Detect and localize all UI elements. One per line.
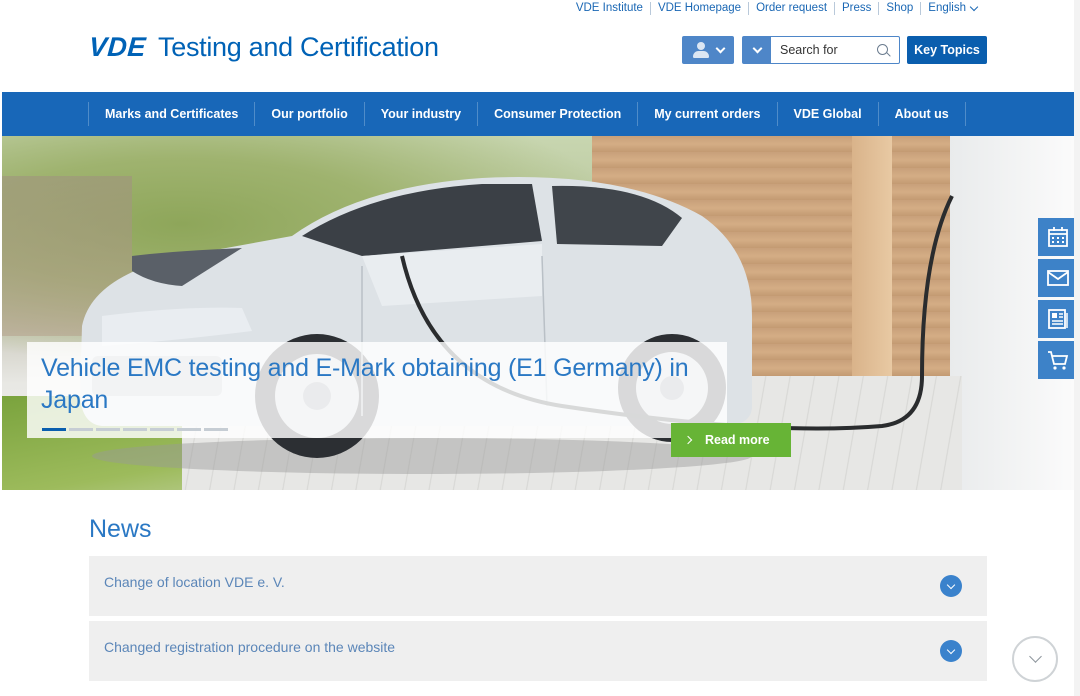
top-links: VDE Institute VDE Homepage Order request…: [569, 2, 984, 15]
nav-item-my-current-orders[interactable]: My current orders: [637, 102, 776, 126]
chevron-down-icon: [715, 43, 725, 53]
top-link-shop[interactable]: Shop: [879, 2, 922, 15]
side-tool-newsletter[interactable]: [1038, 300, 1078, 338]
site-logo[interactable]: VDE Testing and Certification: [87, 32, 439, 63]
news-heading: News: [89, 515, 152, 543]
side-tool-shop[interactable]: [1038, 341, 1078, 379]
key-topics-button[interactable]: Key Topics: [907, 36, 987, 64]
news-item-title: Changed registration procedure on the we…: [104, 639, 396, 655]
search-scope-dropdown[interactable]: [743, 37, 771, 63]
news-item[interactable]: Change of location VDE e. V.: [89, 556, 987, 616]
nav-item-consumer-protection[interactable]: Consumer Protection: [477, 102, 637, 126]
expand-button[interactable]: [940, 575, 962, 597]
nav-item-your-industry[interactable]: Your industry: [363, 102, 477, 126]
nav-item-vde-global[interactable]: VDE Global: [776, 102, 878, 126]
calendar-icon: [1048, 227, 1068, 247]
news-item[interactable]: Changed registration procedure on the we…: [89, 621, 987, 681]
nav-item-marks-and-certificates[interactable]: Marks and Certificates: [88, 102, 254, 126]
cart-icon: [1048, 351, 1069, 370]
vertical-scrollbar[interactable]: [1074, 0, 1080, 696]
slider-dot[interactable]: [69, 428, 93, 431]
language-label: English: [928, 2, 966, 14]
expand-button[interactable]: [940, 640, 962, 662]
chevron-right-icon: [683, 435, 693, 445]
top-link-order-request[interactable]: Order request: [749, 2, 836, 15]
top-link-vde-homepage[interactable]: VDE Homepage: [651, 2, 750, 15]
nav-item-our-portfolio[interactable]: Our portfolio: [254, 102, 363, 126]
side-tool-contact[interactable]: [1038, 259, 1078, 297]
slider-dot[interactable]: [150, 428, 174, 431]
read-more-button[interactable]: Read more: [671, 423, 791, 457]
slider-dot[interactable]: [177, 428, 201, 431]
search-icon[interactable]: [877, 44, 890, 57]
mail-icon: [1047, 270, 1069, 286]
logo-mark: VDE: [87, 32, 148, 62]
user-icon: [692, 42, 709, 58]
user-menu-button[interactable]: [682, 36, 734, 64]
top-link-vde-institute[interactable]: VDE Institute: [569, 2, 651, 15]
hero-caption: Vehicle EMC testing and E-Mark obtaining…: [27, 342, 727, 438]
nav-item-about-us[interactable]: About us: [877, 102, 966, 126]
slider-dot[interactable]: [123, 428, 147, 431]
chevron-down-icon: [946, 645, 956, 654]
search-input[interactable]: [771, 37, 875, 63]
side-tools: [1038, 218, 1078, 382]
read-more-label: Read more: [705, 433, 770, 447]
language-selector[interactable]: English: [921, 2, 984, 15]
top-link-press[interactable]: Press: [835, 2, 880, 15]
chevron-down-icon: [969, 2, 979, 11]
search-bar: [742, 36, 900, 64]
logo-tagline: Testing and Certification: [158, 32, 439, 62]
slider-dot[interactable]: [42, 428, 66, 431]
main-navigation: Marks and Certificates Our portfolio You…: [2, 92, 1074, 136]
slider-dot[interactable]: [96, 428, 120, 431]
slider-dot[interactable]: [204, 428, 228, 431]
hero-title: Vehicle EMC testing and E-Mark obtaining…: [41, 354, 689, 414]
slider-indicators: [42, 428, 228, 431]
news-item-title: Change of location VDE e. V.: [104, 574, 285, 590]
chevron-down-icon: [946, 580, 956, 589]
side-tool-events[interactable]: [1038, 218, 1078, 256]
scroll-down-button[interactable]: [1012, 636, 1058, 682]
hero-slider: Vehicle EMC testing and E-Mark obtaining…: [2, 136, 1074, 490]
chevron-down-icon: [1028, 650, 1042, 663]
chevron-down-icon: [752, 43, 762, 53]
newsletter-icon: [1048, 309, 1068, 329]
